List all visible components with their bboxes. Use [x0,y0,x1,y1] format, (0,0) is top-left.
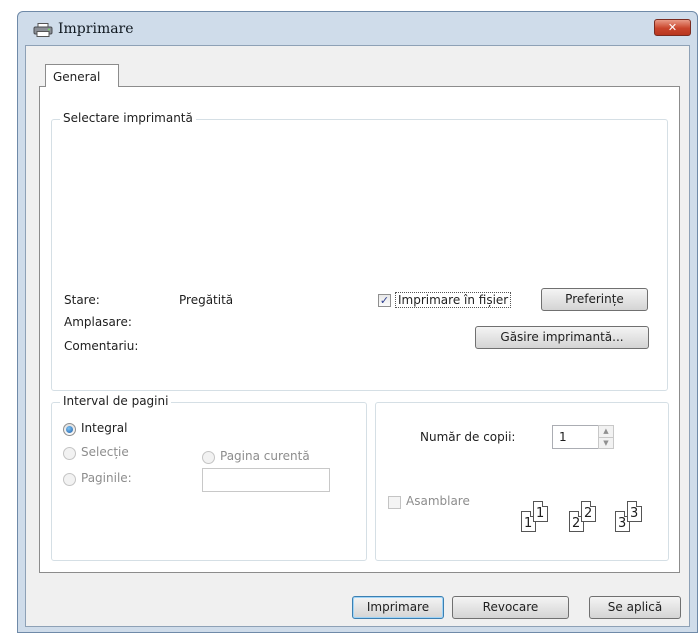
collate-page: 2 [581,501,596,522]
radio-selection[interactable] [63,447,76,460]
cancel-button[interactable]: Revocare [452,596,569,619]
comment-label: Comentariu: [64,339,139,353]
page-range-legend: Interval de pagini [60,394,172,408]
radio-current-page[interactable] [202,451,215,464]
page-range-group: Interval de pagini Integral Selecție Pag… [51,394,367,561]
tab-panel-general: Selectare imprimantă Stare: Pregătită Am… [39,86,680,573]
copies-label: Număr de copii: [420,430,516,444]
radio-all-pages[interactable] [63,423,76,436]
printer-selection-group: Selectare imprimantă Stare: Pregătită Am… [51,111,668,391]
dialog-client-area: General Selectare imprimantă Stare: Preg… [25,45,690,627]
spin-up-icon[interactable]: ▲ [599,426,613,437]
apply-button[interactable]: Se aplică [589,596,681,619]
collate-checkbox[interactable] [388,496,401,509]
radio-selection-label[interactable]: Selecție [81,445,129,459]
print-dialog-window: Imprimare ✕ General Selectare imprimantă… [17,11,698,633]
printer-selection-legend: Selectare imprimantă [60,111,196,125]
print-to-file-checkbox[interactable]: ✓ [378,294,391,307]
find-printer-button[interactable]: Găsire imprimantă... [475,326,649,349]
radio-all-pages-label[interactable]: Integral [81,421,127,435]
print-button[interactable]: Imprimare [352,596,444,619]
print-to-file-label[interactable]: Imprimare în fișier [395,292,512,308]
copies-spinner[interactable]: ▲ ▼ [598,425,614,449]
printer-list[interactable] [56,132,663,277]
copies-group: Număr de copii: 1 ▲ ▼ Asamblare 1 1 2 2 … [375,402,669,561]
pages-input[interactable] [202,468,330,492]
tab-general[interactable]: General [45,64,119,87]
radio-pages[interactable] [63,473,76,486]
spin-down-icon[interactable]: ▼ [599,437,613,449]
close-button[interactable]: ✕ [654,19,691,36]
title-bar[interactable]: Imprimare ✕ [18,12,697,45]
preferences-button[interactable]: Preferințe [541,288,648,311]
radio-pages-label[interactable]: Paginile: [81,471,132,485]
location-label: Amplasare: [64,315,132,329]
collate-page: 1 [533,501,548,522]
collate-page: 3 [627,501,642,522]
collate-label[interactable]: Asamblare [406,494,470,508]
window-title: Imprimare [58,21,134,37]
radio-current-page-label[interactable]: Pagina curentă [220,449,310,463]
printer-icon [33,23,53,37]
status-value: Pregătită [179,293,234,307]
status-label: Stare: [64,293,100,307]
